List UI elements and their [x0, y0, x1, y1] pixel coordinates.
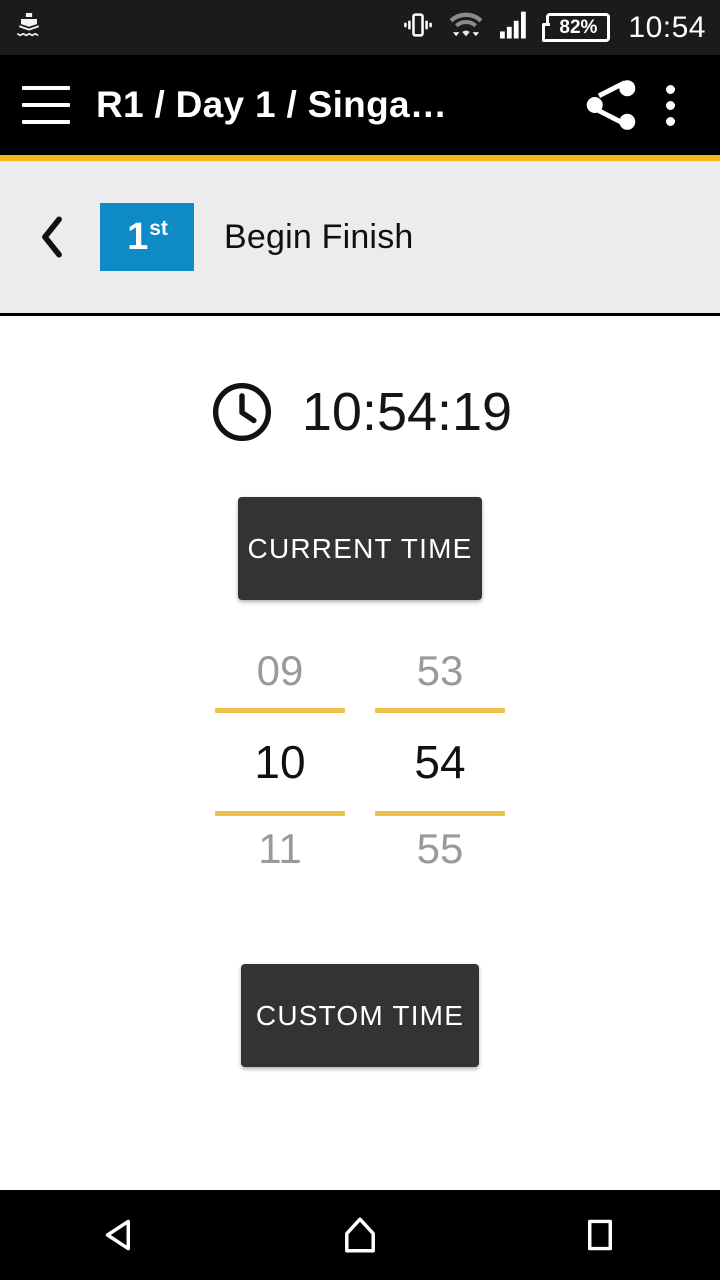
hamburger-line: [22, 120, 70, 124]
hamburger-line: [22, 86, 70, 90]
wifi-icon: [448, 9, 484, 46]
time-picker: 09 10 11 53 54 55: [215, 638, 505, 886]
minute-next-value[interactable]: 55: [375, 816, 505, 886]
rank-number: 1: [127, 216, 149, 258]
custom-time-button-wrapper: CUSTOM TIME: [0, 964, 720, 1067]
hamburger-line: [22, 103, 70, 107]
status-bar: 82% 10:54: [0, 0, 720, 55]
clock-icon: [212, 382, 271, 442]
nav-home-icon: [345, 1217, 375, 1253]
current-time-display: 10:54:19: [208, 378, 512, 446]
clock-time-label: 10:54:19: [301, 382, 513, 442]
minute-selected-value[interactable]: 54: [375, 713, 505, 811]
current-time-button[interactable]: CURRENT TIME: [238, 497, 482, 600]
cellular-signal-icon: [498, 10, 532, 45]
minute-picker-column[interactable]: 53 54 55: [375, 638, 505, 886]
hamburger-menu-icon[interactable]: [22, 86, 70, 124]
nav-home-button[interactable]: [300, 1190, 420, 1280]
rank-badge: 1st: [100, 203, 194, 271]
hour-picker-column[interactable]: 09 10 11: [215, 638, 345, 886]
overflow-menu-button[interactable]: [642, 74, 698, 136]
share-button[interactable]: [580, 74, 642, 136]
sub-header: 1st Begin Finish: [0, 161, 720, 316]
main-content: 10:54:19 CURRENT TIME 09 10 11 53 54 55 …: [0, 316, 720, 1190]
status-bar-clock: 10:54: [628, 10, 706, 44]
hour-selected-value[interactable]: 10: [215, 713, 345, 811]
nav-back-triangle-icon: [105, 1219, 130, 1251]
phone-screen: 82% 10:54 R1 / Day 1 / Singa… 1 st Begin…: [0, 0, 720, 1280]
battery-indicator: 82%: [542, 13, 611, 42]
more-vertical-icon: [665, 116, 675, 126]
share-icon: [586, 80, 636, 130]
more-vertical-icon: [665, 84, 675, 94]
hour-previous-value[interactable]: 09: [215, 638, 345, 708]
vibrate-icon: [402, 9, 434, 46]
nav-recents-button[interactable]: [540, 1190, 660, 1280]
nav-recents-square-icon: [587, 1219, 613, 1251]
app-bar: R1 / Day 1 / Singa…: [0, 55, 720, 155]
custom-time-button[interactable]: CUSTOM TIME: [241, 964, 479, 1067]
rank-suffix: st: [149, 216, 168, 240]
page-title: R1 / Day 1 / Singa…: [96, 84, 448, 125]
status-bar-indicators: 82% 10:54: [402, 9, 706, 46]
ship-icon: [14, 10, 44, 45]
status-bar-notifications: [14, 10, 44, 45]
back-button[interactable]: [26, 206, 78, 268]
sub-header-label: Begin Finish: [224, 217, 414, 256]
minute-previous-value[interactable]: 53: [375, 638, 505, 708]
nav-back-button[interactable]: [60, 1190, 180, 1280]
more-vertical-icon: [665, 100, 675, 110]
chevron-left-icon: [42, 216, 62, 258]
hour-next-value[interactable]: 11: [215, 816, 345, 886]
battery-level-label: 82%: [559, 17, 598, 38]
system-navigation-bar: [0, 1190, 720, 1280]
